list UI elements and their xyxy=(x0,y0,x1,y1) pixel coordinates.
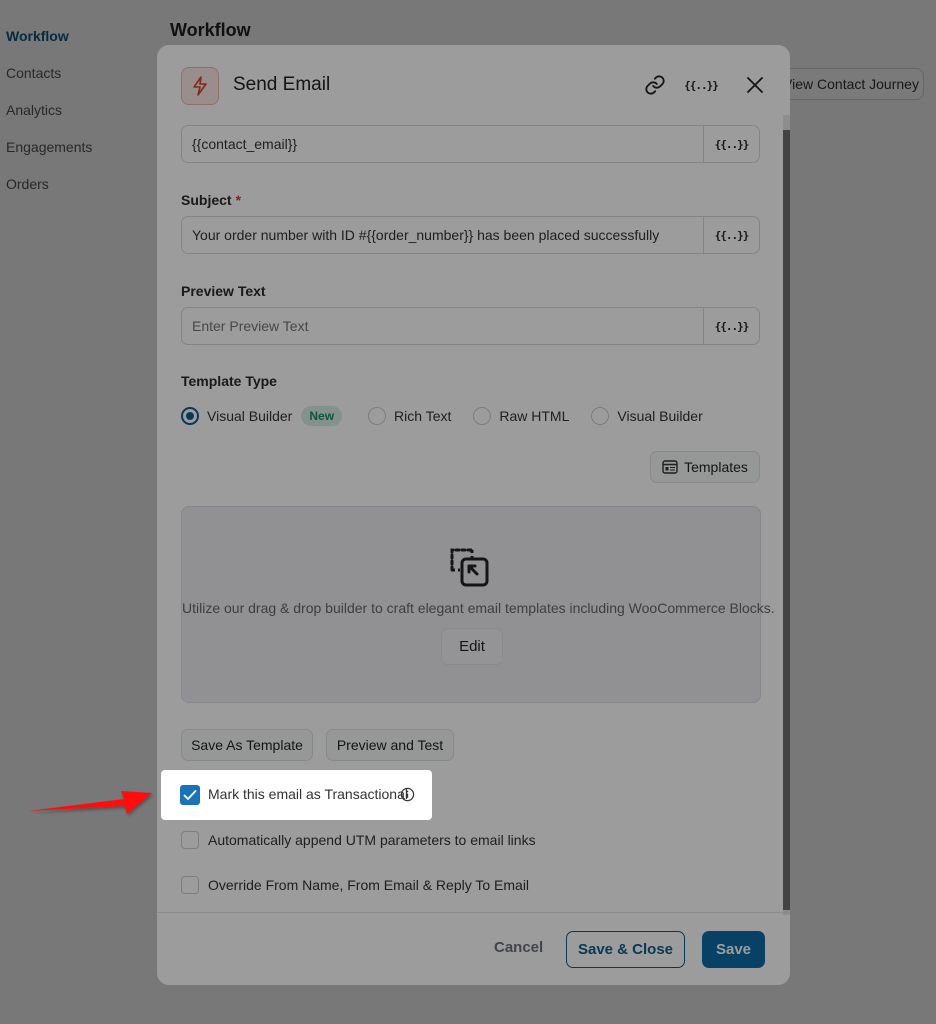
radio-label: Visual Builder xyxy=(207,408,293,424)
utm-label: Automatically append UTM parameters to e… xyxy=(208,832,536,848)
annotation-arrow-icon xyxy=(28,791,152,814)
subject-label: Subject * xyxy=(181,192,241,208)
cancel-button[interactable]: Cancel xyxy=(494,939,543,956)
override-from-checkbox[interactable] xyxy=(181,876,199,894)
edit-template-button[interactable]: Edit xyxy=(441,628,503,665)
subject-input[interactable] xyxy=(182,217,703,253)
subject-field: {{..}} xyxy=(181,216,760,254)
required-asterisk: * xyxy=(235,192,242,208)
radio-visual-builder[interactable]: Visual Builder xyxy=(591,407,703,425)
modal-header: Send Email {{..}} xyxy=(157,45,790,125)
smart-code-icon[interactable]: {{..}} xyxy=(684,73,719,97)
subject-label-text: Subject xyxy=(181,192,232,208)
modal-footer: Cancel Save & Close Save xyxy=(157,912,790,985)
utm-checkbox[interactable] xyxy=(181,831,199,849)
visual-builder-panel: Utilize our drag & drop builder to craft… xyxy=(181,506,775,703)
drag-drop-icon xyxy=(450,548,489,587)
template-type-radio-group: Visual Builder New Rich Text Raw HTML Vi… xyxy=(181,405,725,427)
checkmark-icon xyxy=(183,790,197,800)
bolt-icon xyxy=(181,67,219,105)
override-from-checkbox-row[interactable]: Override From Name, From Email & Reply T… xyxy=(181,876,529,894)
override-from-label: Override From Name, From Email & Reply T… xyxy=(208,877,530,893)
preview-text-label: Preview Text xyxy=(181,283,266,299)
save-and-close-button[interactable]: Save & Close xyxy=(566,931,685,968)
preview-and-test-button[interactable]: Preview and Test xyxy=(326,729,454,761)
radio-label: Visual Builder xyxy=(617,408,703,424)
to-email-field: {{..}} xyxy=(181,125,760,163)
radio-label: Raw HTML xyxy=(499,408,570,424)
transactional-checkbox[interactable] xyxy=(180,785,200,805)
to-email-input[interactable] xyxy=(182,126,703,162)
new-badge: New xyxy=(301,406,343,426)
templates-button[interactable]: Templates xyxy=(650,451,760,483)
radio-unchecked-icon xyxy=(368,407,387,425)
subject-smart-code-button[interactable]: {{..}} xyxy=(703,217,759,253)
radio-label: Rich Text xyxy=(394,408,452,424)
save-button[interactable]: Save xyxy=(702,931,765,968)
builder-description: Utilize our drag & drop builder to craft… xyxy=(182,600,775,616)
utm-parameters-checkbox-row[interactable]: Automatically append UTM parameters to e… xyxy=(181,831,536,849)
link-icon[interactable] xyxy=(643,73,667,97)
send-email-modal: Send Email {{..}} {{..}} Subject* {{..}}… xyxy=(157,45,790,985)
templates-button-label: Templates xyxy=(684,459,748,475)
template-type-label: Template Type xyxy=(181,373,277,389)
preview-text-input[interactable] xyxy=(182,308,703,344)
info-icon[interactable] xyxy=(400,787,415,802)
scrollbar-thumb[interactable] xyxy=(783,130,790,910)
transactional-label: Mark this email as Transactional xyxy=(208,786,408,802)
radio-unchecked-icon xyxy=(473,407,492,425)
template-icon xyxy=(662,460,678,474)
radio-rich-text[interactable]: Rich Text xyxy=(368,407,451,425)
transactional-highlight: Mark this email as Transactional xyxy=(161,770,432,820)
preview-smart-code-button[interactable]: {{..}} xyxy=(703,308,759,344)
preview-text-field: {{..}} xyxy=(181,307,760,345)
radio-raw-html[interactable]: Raw HTML xyxy=(473,407,569,425)
save-as-template-button[interactable]: Save As Template xyxy=(181,729,313,761)
to-smart-code-button[interactable]: {{..}} xyxy=(703,126,759,162)
radio-unchecked-icon xyxy=(591,407,610,425)
close-icon[interactable] xyxy=(743,73,767,97)
modal-title: Send Email xyxy=(233,74,331,95)
radio-visual-builder-new[interactable]: Visual Builder New xyxy=(181,406,346,426)
radio-checked-icon xyxy=(181,407,199,425)
